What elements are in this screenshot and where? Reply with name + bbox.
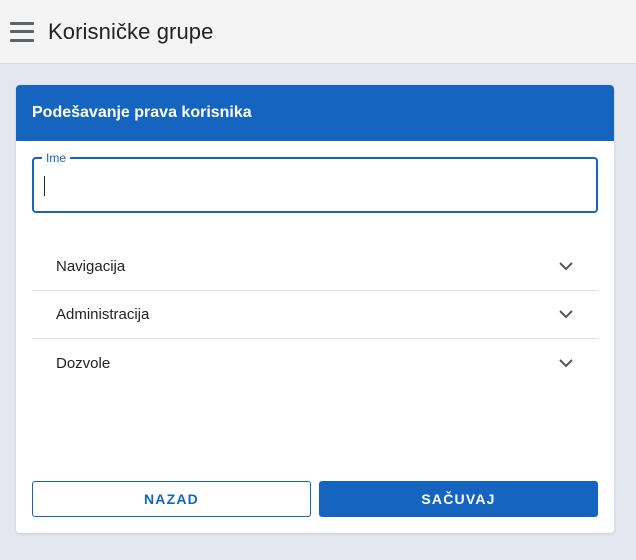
section-navigacija[interactable]: Navigacija — [32, 243, 598, 291]
page-title: Korisničke grupe — [48, 18, 214, 44]
name-field-label: Ime — [42, 151, 71, 165]
chevron-down-icon — [558, 307, 574, 323]
section-label: Navigacija — [56, 258, 126, 275]
text-caret — [44, 176, 45, 196]
section-administracija[interactable]: Administracija — [32, 291, 598, 339]
chevron-down-icon — [558, 259, 574, 275]
back-button[interactable]: NAZAD — [32, 481, 311, 517]
section-label: Dozvole — [56, 354, 111, 372]
chevron-down-icon — [558, 355, 574, 371]
save-button[interactable]: SAČUVAJ — [319, 481, 598, 517]
form-actions: NAZAD SAČUVAJ — [32, 481, 598, 517]
name-input[interactable] — [42, 171, 582, 199]
card-header: Podešavanje prava korisnika — [16, 85, 614, 141]
user-rights-card: Podešavanje prava korisnika Ime Navigaci… — [16, 85, 614, 533]
name-field[interactable]: Ime — [32, 151, 598, 213]
app-bar: Korisničke grupe — [0, 0, 636, 64]
section-label: Administracija — [56, 306, 150, 323]
section-dozvole[interactable]: Dozvole — [32, 339, 598, 387]
hamburger-menu-icon[interactable] — [10, 21, 34, 42]
permissions-accordion: Navigacija Administracija Dozvole — [32, 243, 598, 387]
